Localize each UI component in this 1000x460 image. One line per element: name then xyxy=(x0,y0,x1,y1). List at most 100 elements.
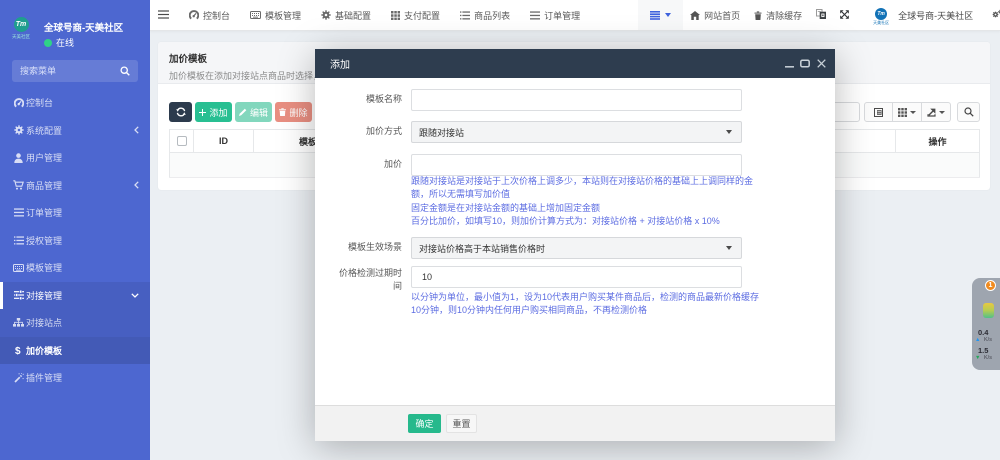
svg-text:$: $ xyxy=(15,346,21,356)
nav-translate[interactable] xyxy=(809,0,833,30)
nav-tab-label: 商品列表 xyxy=(474,9,510,22)
scene-value: 对接站价格高于本站销售价格时 xyxy=(419,242,545,255)
sidebar-item-7[interactable]: 对接管理 xyxy=(0,282,150,310)
refresh-button[interactable] xyxy=(169,102,192,122)
dialog-header[interactable]: 添加 xyxy=(315,49,835,78)
trash-icon xyxy=(279,108,286,116)
nav-tab-1[interactable]: 模板管理 xyxy=(240,0,311,30)
nav-tab-label: 控制台 xyxy=(203,9,230,22)
refresh-icon xyxy=(176,107,186,117)
markup-help-3: 百分比加价，如填写10，则加价计算方式为：对接站价格 + 对接站价格 x 10% xyxy=(411,215,763,228)
nav-tab-label: 订单管理 xyxy=(544,9,580,22)
nav-user[interactable]: Tm天美社区 全球号商-天美社区 xyxy=(856,5,983,25)
nav-settings[interactable] xyxy=(983,0,1000,30)
label-expire: 价格检测过期时间 xyxy=(337,267,402,293)
edit-button[interactable]: 编辑 xyxy=(235,102,272,122)
nav-fullscreen[interactable] xyxy=(833,0,856,30)
nav-tab-5[interactable]: 订单管理 xyxy=(520,0,590,30)
nav-home[interactable]: 网站首页 xyxy=(683,0,747,30)
sidebar-item-label: 用户管理 xyxy=(26,151,62,164)
sidebar-item-0[interactable]: 控制台 xyxy=(0,89,150,117)
export-button[interactable] xyxy=(922,102,951,122)
listalt-icon xyxy=(13,235,24,246)
template-name-input[interactable] xyxy=(411,89,742,111)
logo-subtext: 天美社区 xyxy=(10,33,32,39)
avatar-wrap: Tm天美社区 xyxy=(873,8,889,25)
columns-button[interactable] xyxy=(893,102,922,122)
user-name: 全球号商-天美社区 xyxy=(898,9,973,22)
sidebar-item-8[interactable]: 对接站点 xyxy=(0,309,150,337)
net-speed-widget[interactable]: 1 0.4 ▲ K/s 1.5 ▼ K/s xyxy=(972,278,1000,370)
sidebar-item-label: 插件管理 xyxy=(26,371,62,384)
listalt-icon xyxy=(460,11,470,20)
edit-button-label: 编辑 xyxy=(250,106,268,119)
sidebar-item-label: 模板管理 xyxy=(26,261,62,274)
navbar-left: 控制台模板管理 基础配置 支付配置 商品列表 订单管理 xyxy=(150,0,683,30)
add-button-label: 添加 xyxy=(209,106,227,119)
sidebar-search[interactable] xyxy=(12,60,138,82)
minimize-icon[interactable] xyxy=(781,56,797,72)
brand-title: 全球号商-天美社区 xyxy=(44,20,123,34)
sidebar-item-2[interactable]: 用户管理 xyxy=(0,144,150,172)
upload-speed: 0.4 xyxy=(972,328,1000,337)
sliders-icon xyxy=(13,290,24,301)
label-markup-mode: 加价方式 xyxy=(337,125,402,138)
pencil-icon xyxy=(239,108,247,116)
dialog-body: 模板名称 加价方式 跟随对接站 加价 跟随对接站是对接站于上次价格上调多少，本站… xyxy=(315,78,835,405)
gear-icon xyxy=(321,10,331,20)
caret-down-icon xyxy=(939,111,945,114)
col-id[interactable]: ID xyxy=(194,130,254,153)
col-action[interactable]: 操作 xyxy=(896,130,980,153)
nav-tab-label: 支付配置 xyxy=(404,9,440,22)
nav-tab-3[interactable]: 支付配置 xyxy=(381,0,450,30)
select-all-checkbox[interactable] xyxy=(177,136,187,146)
sidebar-item-1[interactable]: 系统配置 xyxy=(0,117,150,145)
sidebar-item-4[interactable]: 订单管理 xyxy=(0,199,150,227)
close-icon[interactable] xyxy=(813,56,829,72)
sidebar-item-9[interactable]: $加价模板 xyxy=(0,337,150,365)
nav-clear-cache-label: 清除缓存 xyxy=(766,9,802,22)
paging-toggle-button[interactable] xyxy=(864,102,893,122)
brand-logo: Tm 天美社区 xyxy=(9,17,33,40)
nav-tab-4[interactable]: 商品列表 xyxy=(450,0,520,30)
sidebar-item-5[interactable]: 授权管理 xyxy=(0,227,150,255)
search-button[interactable] xyxy=(957,102,980,122)
notification-badge: 1 xyxy=(985,280,996,291)
menu-toggle-icon[interactable] xyxy=(150,10,179,21)
sidebar-item-10[interactable]: 插件管理 xyxy=(0,364,150,392)
select-all-cell xyxy=(170,130,194,153)
markup-input[interactable] xyxy=(411,154,742,176)
reset-button[interactable]: 重置 xyxy=(446,414,477,433)
avatar-subtext: 天美社区 xyxy=(873,21,889,25)
expire-input[interactable] xyxy=(411,266,742,288)
download-speed: 1.5 xyxy=(972,346,1000,355)
delete-button-label: 删除 xyxy=(289,106,307,119)
label-markup: 加价 xyxy=(337,158,402,171)
upload-arrow-icon: ▲ xyxy=(975,337,980,343)
sidebar-search-input[interactable] xyxy=(20,66,120,76)
sidebar-item-3[interactable]: 商品管理 xyxy=(0,172,150,200)
nav-tab-label: 基础配置 xyxy=(335,9,371,22)
nav-tab-0[interactable]: 控制台 xyxy=(179,0,240,30)
markup-mode-select[interactable]: 跟随对接站 xyxy=(411,121,742,143)
grid-icon xyxy=(898,108,907,117)
dashboard-icon xyxy=(13,97,24,108)
gear-icon xyxy=(13,125,24,136)
download-arrow-icon: ▼ xyxy=(975,355,980,361)
home-icon xyxy=(690,11,700,20)
online-dot-icon xyxy=(44,39,52,47)
export-icon xyxy=(927,108,936,117)
maximize-icon[interactable] xyxy=(797,56,813,72)
nav-tabs-dropdown[interactable] xyxy=(638,0,683,30)
nav-tab-2[interactable]: 基础配置 xyxy=(311,0,381,30)
delete-button[interactable]: 删除 xyxy=(275,102,312,122)
caret-down-icon xyxy=(726,246,732,250)
caret-down-icon xyxy=(726,130,732,134)
list-icon xyxy=(530,11,540,20)
navbar: 控制台模板管理 基础配置 支付配置 商品列表 订单管理 网站首页 清除缓存 xyxy=(150,0,1000,31)
scene-select[interactable]: 对接站价格高于本站销售价格时 xyxy=(411,237,742,259)
nav-clear-cache[interactable]: 清除缓存 xyxy=(747,0,809,30)
sidebar-item-6[interactable]: 模板管理 xyxy=(0,254,150,282)
add-button[interactable]: 添加 xyxy=(195,102,232,122)
confirm-button[interactable]: 确定 xyxy=(408,414,441,433)
